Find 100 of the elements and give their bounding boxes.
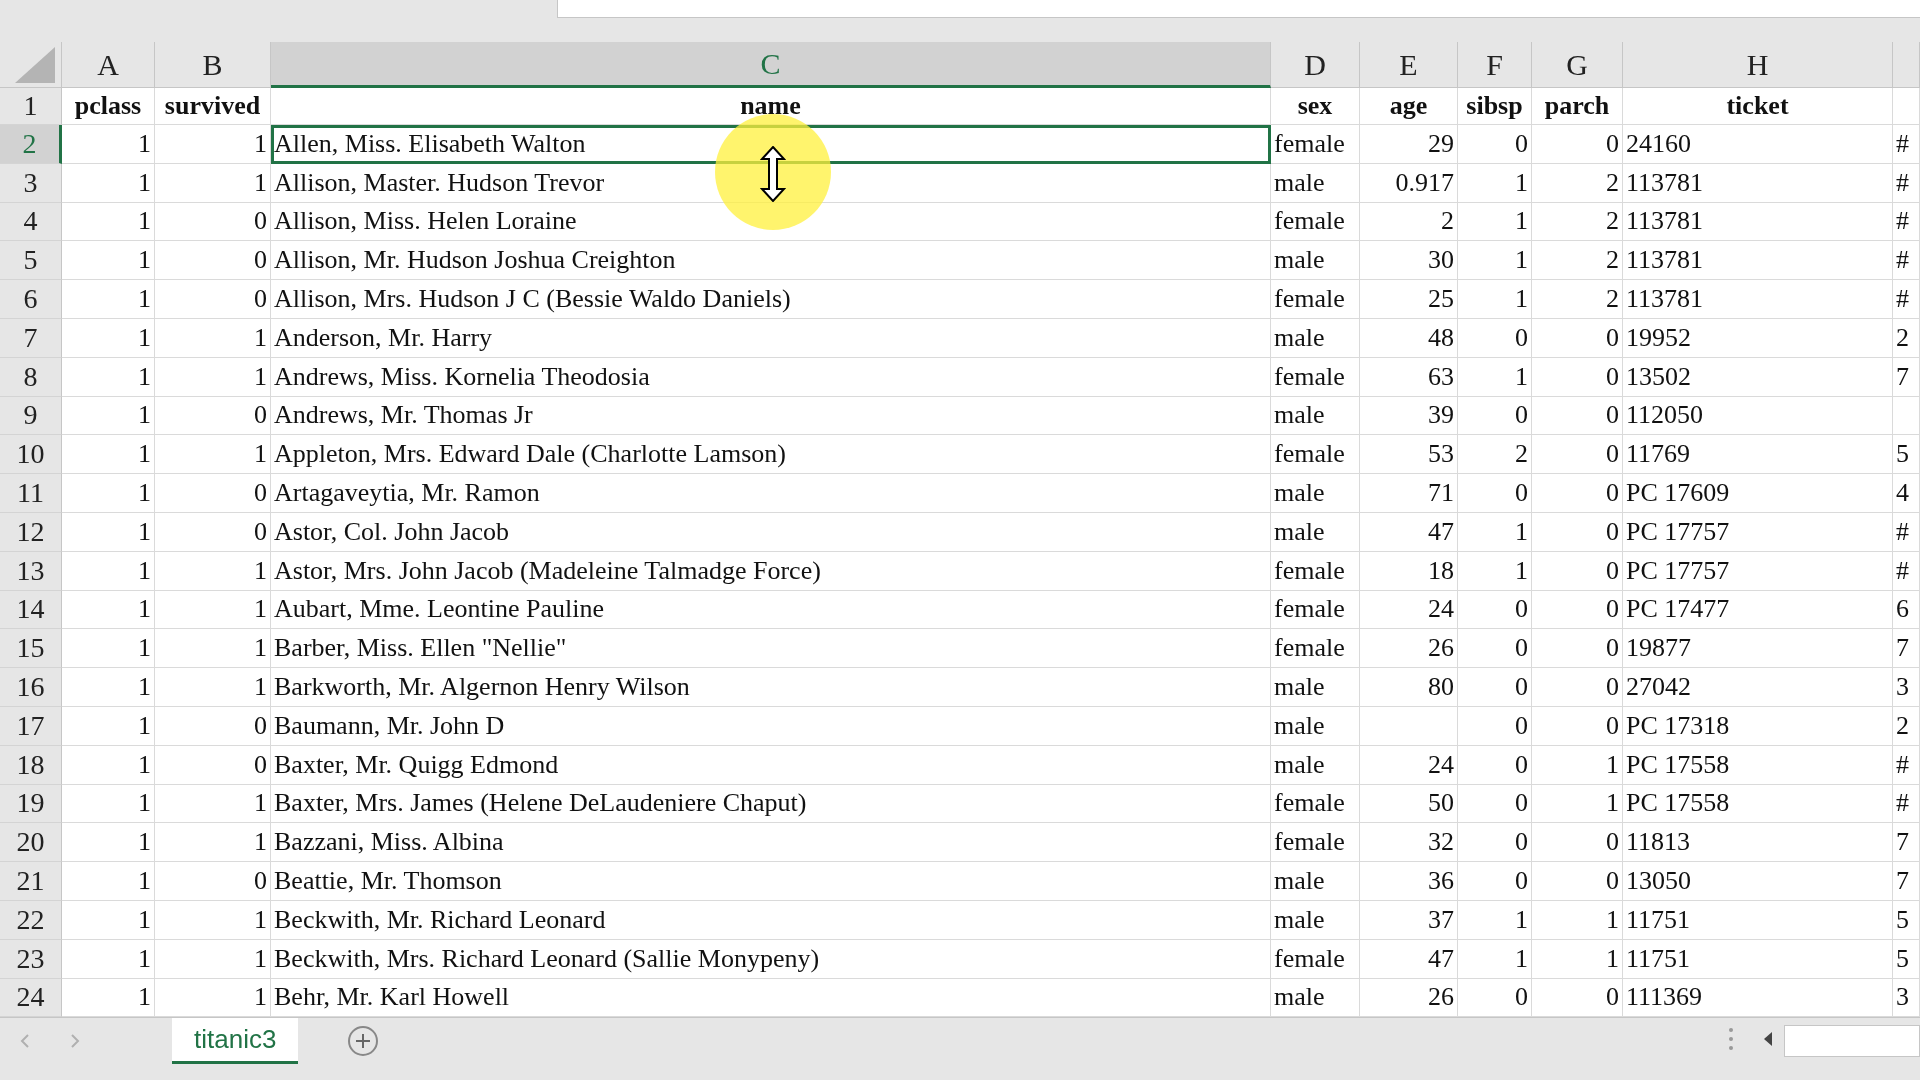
table-cell[interactable]: # xyxy=(1893,745,1920,785)
table-cell[interactable]: # xyxy=(1893,784,1920,824)
table-cell[interactable]: 0 xyxy=(1532,474,1623,513)
table-cell[interactable]: PC 17477 xyxy=(1623,590,1893,630)
row-header[interactable]: 17 xyxy=(0,706,62,746)
table-cell[interactable]: 113781 xyxy=(1623,202,1893,242)
table-cell[interactable]: 1 xyxy=(1458,512,1532,552)
table-cell[interactable]: male xyxy=(1271,474,1360,513)
table-cell[interactable]: 39 xyxy=(1360,396,1458,436)
table-cell[interactable]: 0 xyxy=(1458,668,1532,707)
table-cell[interactable]: 2 xyxy=(1532,241,1623,281)
table-cell[interactable]: 27042 xyxy=(1623,668,1893,707)
row-header[interactable]: 8 xyxy=(0,357,62,397)
table-cell[interactable]: 112050 xyxy=(1623,396,1893,436)
table-cell[interactable]: 1 xyxy=(155,163,271,203)
table-cell[interactable]: 0 xyxy=(1458,823,1532,863)
table-cell[interactable]: 0 xyxy=(1532,357,1623,397)
row-header[interactable]: 5 xyxy=(0,241,62,281)
table-cell[interactable]: 32 xyxy=(1360,823,1458,863)
row-header[interactable]: 20 xyxy=(0,823,62,863)
table-cell[interactable]: 1 xyxy=(1532,745,1623,785)
column-title[interactable]: sibsp xyxy=(1458,88,1532,125)
column-header[interactable]: A xyxy=(62,42,155,88)
table-cell[interactable]: 1 xyxy=(155,590,271,630)
table-cell[interactable]: Beckwith, Mr. Richard Leonard xyxy=(271,900,1271,940)
table-cell[interactable]: Anderson, Mr. Harry xyxy=(271,319,1271,358)
scroll-left-icon[interactable] xyxy=(1762,1031,1774,1048)
table-cell[interactable]: 113781 xyxy=(1623,163,1893,203)
table-cell[interactable]: 1 xyxy=(62,241,155,281)
table-cell[interactable]: 1 xyxy=(62,396,155,436)
table-cell[interactable]: male xyxy=(1271,241,1360,281)
table-cell[interactable]: 4 xyxy=(1893,474,1920,513)
table-cell[interactable]: 24160 xyxy=(1623,125,1893,164)
table-cell[interactable]: female xyxy=(1271,784,1360,824)
table-cell[interactable]: 1 xyxy=(62,435,155,475)
table-cell[interactable]: 1 xyxy=(62,900,155,940)
table-cell[interactable]: 0 xyxy=(155,241,271,281)
table-cell[interactable]: 0 xyxy=(155,745,271,785)
table-cell[interactable]: 5 xyxy=(1893,900,1920,940)
table-cell[interactable]: 0 xyxy=(1532,862,1623,901)
select-all-corner[interactable] xyxy=(0,42,62,88)
table-cell[interactable]: 7 xyxy=(1893,629,1920,669)
row-header[interactable]: 12 xyxy=(0,512,62,552)
table-cell[interactable]: PC 17757 xyxy=(1623,512,1893,552)
row-header[interactable]: 13 xyxy=(0,551,62,591)
table-cell[interactable]: Baxter, Mrs. James (Helene DeLaudeniere Chaput) xyxy=(271,784,1271,824)
table-cell[interactable]: 1 xyxy=(1532,784,1623,824)
table-cell[interactable]: 1 xyxy=(1458,241,1532,281)
column-header[interactable]: G xyxy=(1532,42,1623,88)
table-cell[interactable]: 1 xyxy=(155,900,271,940)
table-cell[interactable]: 7 xyxy=(1893,862,1920,901)
table-cell[interactable]: 1 xyxy=(62,357,155,397)
table-cell[interactable]: Allison, Mrs. Hudson J C (Bessie Waldo Daniels) xyxy=(271,280,1271,319)
table-cell[interactable]: Appleton, Mrs. Edward Dale (Charlotte Lamson) xyxy=(271,435,1271,475)
table-cell[interactable]: male xyxy=(1271,706,1360,746)
table-cell[interactable]: Astor, Mrs. John Jacob (Madeleine Talmadge Force) xyxy=(271,551,1271,591)
table-cell[interactable]: male xyxy=(1271,512,1360,552)
table-cell[interactable]: 1 xyxy=(62,939,155,979)
table-cell[interactable]: 13050 xyxy=(1623,862,1893,901)
table-cell[interactable]: female xyxy=(1271,939,1360,979)
table-cell[interactable]: Aubart, Mme. Leontine Pauline xyxy=(271,590,1271,630)
table-cell[interactable]: 0 xyxy=(1458,862,1532,901)
table-cell[interactable]: 0 xyxy=(155,512,271,552)
table-cell[interactable]: PC 17318 xyxy=(1623,706,1893,746)
table-cell[interactable]: 0 xyxy=(1458,319,1532,358)
table-cell[interactable]: 0 xyxy=(1458,474,1532,513)
previous-sheet-icon[interactable] xyxy=(20,1033,30,1050)
table-cell[interactable]: 1 xyxy=(155,668,271,707)
column-title[interactable]: pclass xyxy=(62,88,155,125)
table-cell[interactable]: Bazzani, Miss. Albina xyxy=(271,823,1271,863)
row-header[interactable]: 18 xyxy=(0,745,62,785)
table-cell[interactable]: 63 xyxy=(1360,357,1458,397)
more-icon[interactable] xyxy=(1728,1027,1734,1052)
table-cell[interactable]: Beckwith, Mrs. Richard Leonard (Sallie Monypeny) xyxy=(271,939,1271,979)
table-cell[interactable]: 1 xyxy=(1458,939,1532,979)
table-cell[interactable]: # xyxy=(1893,241,1920,281)
table-cell[interactable]: 1 xyxy=(155,551,271,591)
table-cell[interactable]: # xyxy=(1893,551,1920,591)
row-header[interactable]: 15 xyxy=(0,629,62,669)
table-cell[interactable]: Barber, Miss. Ellen "Nellie" xyxy=(271,629,1271,669)
table-cell[interactable]: 0 xyxy=(1532,435,1623,475)
table-cell[interactable]: 30 xyxy=(1360,241,1458,281)
column-header[interactable]: C xyxy=(271,42,1271,88)
table-cell[interactable]: 2 xyxy=(1893,319,1920,358)
table-cell[interactable]: 0 xyxy=(155,862,271,901)
table-cell[interactable]: 48 xyxy=(1360,319,1458,358)
row-header[interactable]: 24 xyxy=(0,978,62,1018)
table-cell[interactable]: female xyxy=(1271,590,1360,630)
row-header[interactable]: 9 xyxy=(0,396,62,436)
table-cell[interactable]: 25 xyxy=(1360,280,1458,319)
table-cell[interactable]: 0 xyxy=(1458,125,1532,164)
table-cell[interactable]: Astor, Col. John Jacob xyxy=(271,512,1271,552)
table-cell[interactable]: 1 xyxy=(62,823,155,863)
table-cell[interactable]: Barkworth, Mr. Algernon Henry Wilson xyxy=(271,668,1271,707)
table-cell[interactable]: 1 xyxy=(62,706,155,746)
table-cell[interactable]: 5 xyxy=(1893,939,1920,979)
table-cell[interactable]: # xyxy=(1893,163,1920,203)
table-cell[interactable]: Beattie, Mr. Thomson xyxy=(271,862,1271,901)
formula-bar[interactable] xyxy=(557,0,1920,18)
table-cell[interactable]: # xyxy=(1893,512,1920,552)
